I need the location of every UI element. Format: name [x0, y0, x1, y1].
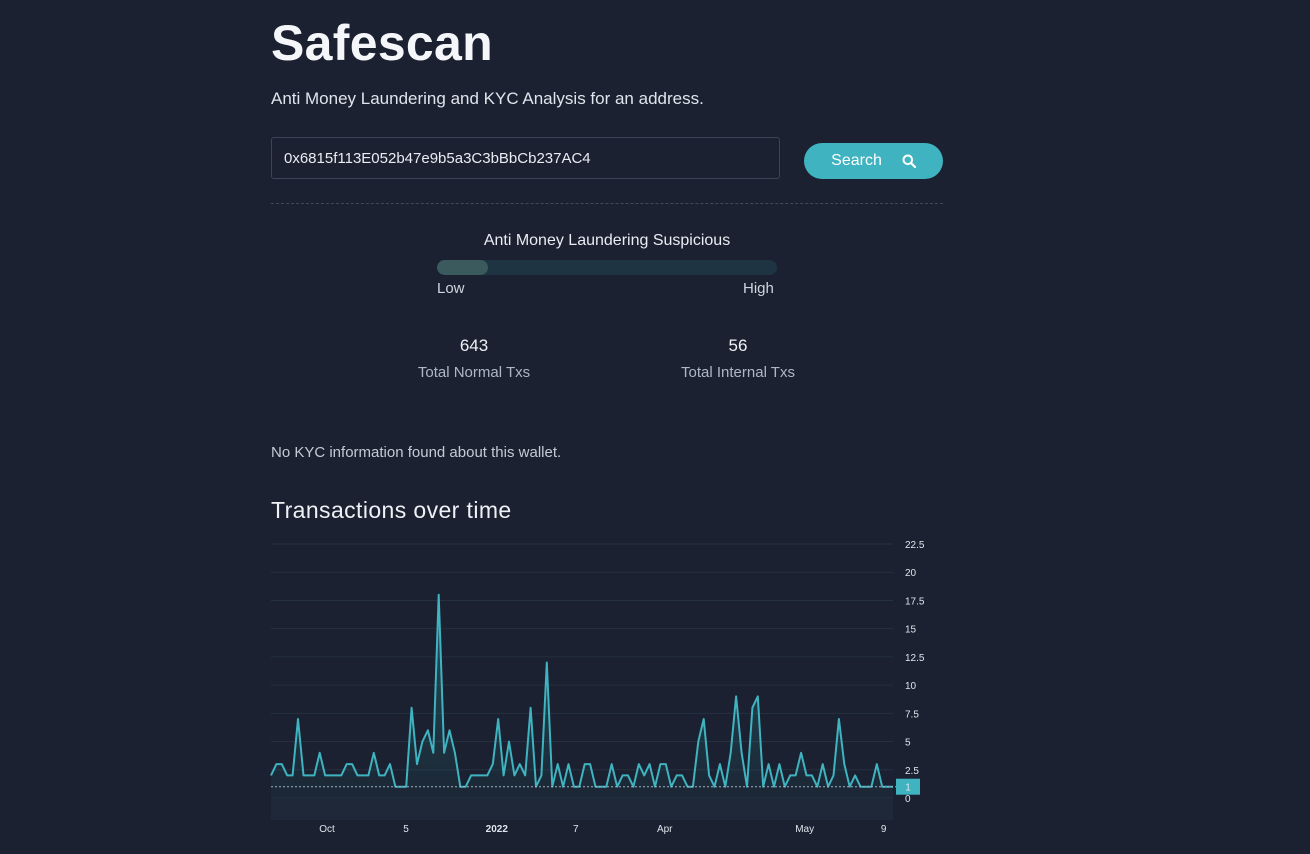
- search-icon: [902, 154, 916, 168]
- aml-suspicion-label: Anti Money Laundering Suspicious: [483, 232, 731, 249]
- y-tick-label: 10: [905, 681, 917, 692]
- y-tick-label: 5: [905, 738, 911, 749]
- y-tick-label: 7.5: [905, 709, 919, 720]
- search-button-label: Search: [831, 152, 882, 169]
- series-area: [271, 594, 893, 798]
- y-tick-label: 17.5: [905, 596, 925, 607]
- last-value-badge: [896, 778, 920, 795]
- aml-suspicion-fill: [437, 260, 488, 275]
- y-tick-label: 12.5: [905, 653, 925, 664]
- chart-title: Transactions over time: [271, 497, 512, 523]
- aml-suspicion-bar: [437, 260, 777, 275]
- app-subtitle: Anti Money Laundering and KYC Analysis f…: [271, 89, 704, 108]
- y-tick-label: 15: [905, 625, 917, 636]
- kyc-message: No KYC information found about this wall…: [271, 444, 562, 461]
- aml-high-label: High: [743, 280, 774, 297]
- last-value-label: 1: [905, 783, 911, 794]
- aml-low-label: Low: [437, 280, 465, 297]
- x-tick-label: May: [795, 824, 814, 835]
- stat-label: Total Internal Txs: [681, 364, 795, 381]
- search-button[interactable]: Search: [804, 143, 943, 179]
- x-tick-label: 2022: [486, 824, 509, 835]
- y-tick-label: 22.5: [905, 540, 925, 551]
- stat-label: Total Normal Txs: [417, 364, 531, 381]
- stat-total-internal-txs: 56 Total Internal Txs: [648, 336, 828, 381]
- app-title: Safescan: [271, 15, 493, 71]
- x-tick-label: Apr: [657, 824, 673, 835]
- transactions-chart: 22.5 20 17.5 15 12.5 10 7.5 5 2.5 0 Oct 5 2022 7 Apr M…: [270, 540, 925, 835]
- section-divider: [271, 203, 943, 204]
- y-tick-label: 20: [905, 568, 917, 579]
- stat-value: 643: [459, 336, 489, 355]
- address-search-input[interactable]: [271, 137, 780, 179]
- series-line: [270, 593, 893, 788]
- x-tick-label: Oct: [319, 824, 335, 835]
- x-tick-label: 7: [573, 824, 579, 835]
- x-tick-label: 5: [403, 824, 409, 835]
- stat-total-normal-txs: 643 Total Normal Txs: [384, 336, 564, 381]
- x-tick-label: 9: [881, 824, 887, 835]
- time-scale-band: [271, 798, 893, 820]
- y-tick-label: 0: [905, 794, 911, 805]
- y-tick-label: 2.5: [905, 766, 919, 777]
- stat-value: 56: [728, 336, 748, 355]
